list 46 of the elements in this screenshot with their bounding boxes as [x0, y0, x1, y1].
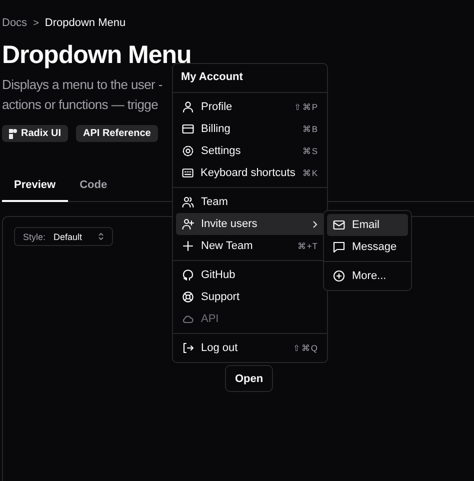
style-select[interactable]: Style: Default	[14, 227, 113, 246]
shortcut-text: ⌘S	[302, 146, 318, 156]
badge-link[interactable]: API Reference	[76, 125, 158, 142]
lifebuoy-icon	[182, 291, 194, 303]
description-line: Displays a menu to the user -	[2, 76, 162, 94]
gear-icon	[182, 145, 194, 157]
shortcut-text: ⇧⌘Q	[292, 343, 318, 353]
card-icon	[182, 123, 194, 135]
menu-item[interactable]: More...	[327, 265, 408, 287]
menu-item[interactable]: Email	[327, 214, 408, 236]
plus-icon	[182, 240, 194, 252]
menu-item[interactable]: Log out ⇧⌘Q	[176, 337, 324, 359]
menu-label: My Account	[180, 70, 244, 85]
cloud-icon	[182, 313, 194, 325]
menu-item[interactable]: Keyboard shortcuts ⌘K	[176, 162, 324, 184]
people-icon	[182, 196, 194, 208]
menu-item[interactable]: GitHub	[176, 264, 324, 286]
description-line: actions or functions — trigge	[2, 96, 158, 114]
tab[interactable]: Preview	[2, 172, 68, 202]
shortcut-text: ⌘B	[302, 124, 318, 134]
chat-icon	[333, 241, 345, 253]
open-button[interactable]: Open	[225, 365, 273, 392]
menu-item[interactable]: Profile ⇧⌘P	[176, 96, 324, 118]
menu-item[interactable]: Support	[176, 286, 324, 308]
shortcut-text: ⇧⌘P	[294, 102, 318, 112]
menu-item[interactable]: Settings ⌘S	[176, 140, 324, 162]
breadcrumb-separator: >	[33, 18, 39, 28]
chevron-updown-icon	[98, 232, 104, 241]
badge-link[interactable]: Radix UI	[2, 125, 68, 142]
breadcrumb-current: Dropdown Menu	[44, 17, 126, 29]
logout-icon	[182, 342, 194, 354]
person-plus-icon	[182, 218, 194, 230]
menu-item[interactable]: New Team ⌘+T	[176, 235, 324, 257]
plus-circle-icon	[333, 270, 345, 282]
mail-icon	[333, 219, 345, 231]
breadcrumb-link[interactable]: Docs	[2, 17, 28, 29]
menu-item[interactable]: Billing ⌘B	[176, 118, 324, 140]
menu-item[interactable]: Invite users	[176, 213, 324, 235]
shortcut-text: ⌘K	[302, 168, 318, 178]
tab[interactable]: Code	[68, 172, 120, 202]
page-title: Dropdown Menu	[2, 40, 192, 71]
menu-item[interactable]: Message	[327, 236, 408, 258]
menu-item[interactable]: Team	[176, 191, 324, 213]
person-icon	[182, 101, 194, 113]
keyboard-icon	[182, 167, 194, 179]
shortcut-text: ⌘+T	[297, 241, 318, 251]
